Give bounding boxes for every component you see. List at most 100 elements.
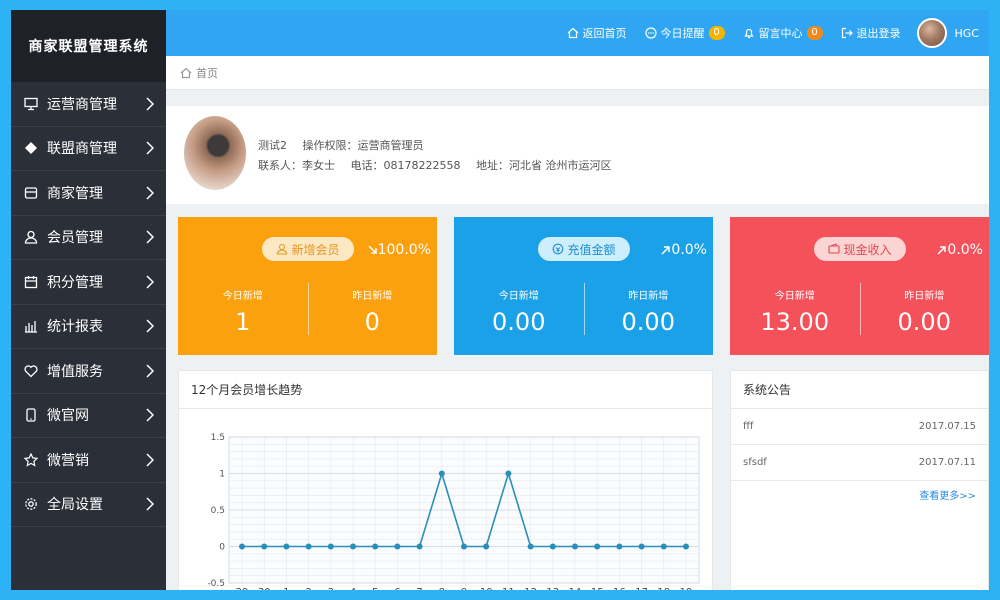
panel-title: 系统公告 — [731, 371, 988, 409]
logout-label: 退出登录 — [856, 27, 901, 40]
card-yesterday-value: 0 — [364, 308, 380, 336]
top-bar: 返回首页 今日提醒 0 留言中心 0 退出登录 HGC — [166, 10, 989, 56]
x-tick-label: 30 — [258, 587, 271, 590]
card-percent: 0.0% — [661, 242, 707, 258]
card-today: 今日新增 13.00 — [730, 287, 860, 336]
avatar[interactable] — [916, 18, 947, 48]
card-percent: 0.0% — [937, 242, 983, 258]
data-point — [372, 543, 379, 550]
user-icon — [276, 243, 287, 255]
store-icon — [23, 185, 39, 201]
data-point — [549, 543, 556, 550]
x-tick-label: 10 — [480, 587, 493, 590]
star-icon — [23, 452, 39, 468]
x-tick-label: 5 — [372, 587, 378, 590]
x-tick-label: 29 — [236, 587, 249, 590]
x-tick-label: 14 — [569, 587, 582, 590]
card-title: 新增会员 — [291, 242, 340, 257]
card-title: 现金收入 — [843, 242, 892, 257]
x-tick-label: 17 — [635, 587, 648, 590]
x-tick-label: 6 — [394, 587, 400, 590]
sidebar-item-merchants[interactable]: 商家管理 — [11, 171, 166, 216]
message-center-label: 留言中心 — [758, 27, 803, 40]
x-tick-label: 4 — [350, 587, 356, 590]
data-point — [239, 543, 245, 550]
sidebar-item-label: 会员管理 — [47, 230, 103, 247]
sidebar-item-members[interactable]: 会员管理 — [11, 216, 166, 260]
card-today-value: 13.00 — [760, 308, 830, 336]
breadcrumb-home[interactable]: 首页 — [196, 65, 218, 81]
reminder-link[interactable]: 今日提醒 0 — [644, 25, 725, 41]
chevron-right-icon — [146, 275, 154, 289]
reminder-count-badge: 0 — [708, 26, 725, 40]
sidebar-item-marketing[interactable]: 微营销 — [11, 438, 166, 483]
y-tick-label: 1.5 — [211, 433, 225, 443]
bell-icon — [743, 28, 754, 39]
sidebar-item-label: 微官网 — [47, 408, 89, 425]
view-more-link[interactable]: 查看更多>> — [731, 481, 988, 508]
sidebar-item-microsite[interactable]: 微官网 — [11, 394, 166, 438]
profile-address: 地址：河北省 沧州市运河区 — [475, 159, 612, 172]
x-tick-label: 12 — [524, 587, 537, 590]
x-tick-label: 19 — [680, 587, 693, 590]
profile-panel: 测试2 操作权限：运营商管理员 联系人：李女士 电话：08178222558 地… — [166, 106, 989, 204]
sidebar-item-operators[interactable]: 运营商管理 — [11, 82, 166, 127]
card-yesterday: 昨日新增 0 — [308, 287, 438, 336]
username[interactable]: HGC — [955, 27, 979, 40]
sidebar-item-alliance[interactable]: 联盟商管理 — [11, 127, 166, 171]
y-tick-label: 1 — [219, 470, 225, 480]
profile-permission: 操作权限：运营商管理员 — [302, 139, 424, 152]
app-window: 商家联盟管理系统 运营商管理 联盟商管理 商家管理 会员管理 积分管理 统计报表… — [11, 10, 989, 590]
card-title-pill: 充值金额 — [537, 237, 630, 261]
chevron-right-icon — [146, 319, 154, 333]
x-tick-label: 15 — [591, 587, 604, 590]
data-point — [483, 543, 490, 550]
card-percent-value: 100.0% — [377, 242, 431, 258]
card-yesterday-value: 0.00 — [897, 308, 951, 336]
member-trend-chart: 1.510.50-0.52930123456789101112131415161… — [207, 433, 700, 590]
data-point — [261, 543, 268, 550]
logout-link[interactable]: 退出登录 — [841, 25, 901, 41]
panel-title: 12个月会员增长趋势 — [179, 371, 712, 409]
breadcrumb: 首页 — [166, 56, 989, 90]
data-point — [594, 543, 601, 550]
notice-item[interactable]: fff 2017.07.15 — [731, 409, 988, 445]
sidebar-item-points[interactable]: 积分管理 — [11, 260, 166, 305]
x-tick-label: 3 — [328, 587, 334, 590]
member-trend-panel: 12个月会员增长趋势 1.510.50-0.529301234567891011… — [178, 370, 713, 590]
x-tick-label: 8 — [439, 587, 445, 590]
card-yesterday: 昨日新增 0.00 — [584, 287, 714, 336]
profile-avatar — [184, 116, 246, 190]
sidebar-item-reports[interactable]: 统计报表 — [11, 305, 166, 349]
sidebar-item-label: 联盟商管理 — [47, 141, 117, 158]
card-percent: 100.0% — [368, 242, 431, 258]
card-yesterday-label: 昨日新增 — [628, 291, 669, 302]
profile-phone: 电话：08178222558 — [350, 159, 461, 172]
notice-item[interactable]: sfsdf 2017.07.11 — [731, 445, 988, 481]
card-title-pill: 新增会员 — [261, 237, 354, 261]
sidebar-item-label: 商家管理 — [47, 185, 103, 202]
message-center-link[interactable]: 留言中心 0 — [743, 25, 823, 41]
data-point — [572, 543, 578, 550]
card-title-pill: 现金收入 — [813, 237, 906, 261]
sidebar-item-services[interactable]: 增值服务 — [11, 349, 166, 394]
home-link[interactable]: 返回首页 — [567, 25, 627, 41]
x-tick-label: 9 — [461, 587, 467, 590]
data-point — [638, 543, 645, 550]
monitor-icon — [23, 96, 39, 112]
y-tick-label: -0.5 — [207, 579, 225, 589]
data-point — [527, 543, 534, 550]
profile-contact: 联系人：李女士 — [258, 159, 335, 172]
card-percent-value: 0.0% — [671, 242, 707, 258]
logout-icon — [841, 27, 853, 39]
notice-title: sfsdf — [743, 457, 767, 468]
chevron-right-icon — [146, 408, 154, 422]
recharge-card: 充值金额 0.0% 今日新增 0.00 昨日新增 0.00 — [454, 217, 713, 355]
sidebar-item-label: 积分管理 — [47, 274, 103, 291]
app-logo: 商家联盟管理系统 — [11, 10, 166, 82]
x-tick-label: 2 — [305, 587, 311, 590]
notice-title: fff — [743, 421, 754, 432]
card-today-label: 今日新增 — [498, 291, 539, 302]
data-point — [416, 543, 423, 550]
sidebar-item-settings[interactable]: 全局设置 — [11, 483, 166, 527]
